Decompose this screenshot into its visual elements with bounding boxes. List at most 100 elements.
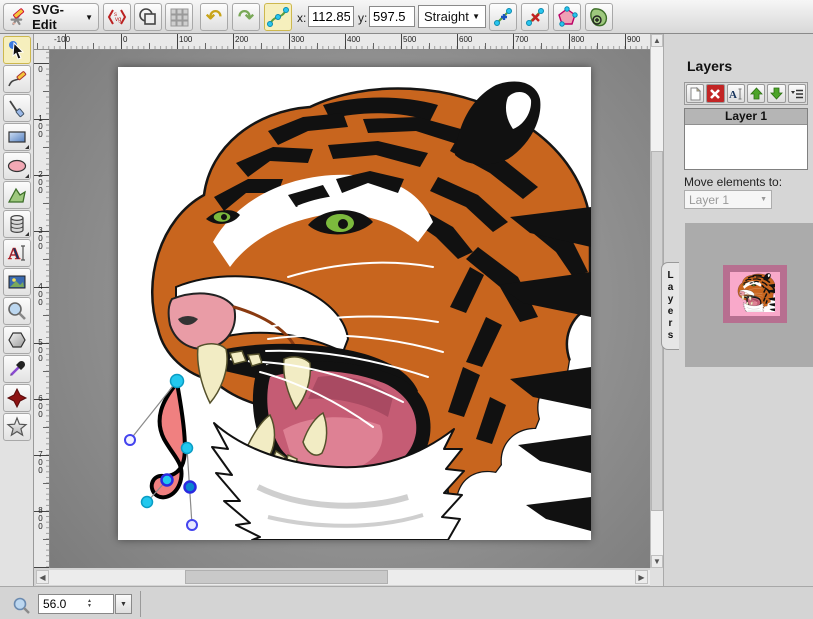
add-subpath-button[interactable] xyxy=(585,3,613,31)
scroll-down-button[interactable]: ▼ xyxy=(651,555,663,568)
layer-more-options-button[interactable] xyxy=(788,84,806,103)
arrow-up-icon: ▲ xyxy=(653,36,661,45)
path-control-point[interactable] xyxy=(125,435,135,445)
tool-star-5[interactable] xyxy=(3,413,31,441)
ruler-tick-label: 200 xyxy=(235,35,248,44)
divider xyxy=(140,591,141,617)
ruler-tick-label: 100 xyxy=(36,114,45,138)
path-edit-overlay xyxy=(125,375,197,531)
svg-text:vg: vg xyxy=(115,17,121,23)
layers-panel-toggle-tab[interactable]: Layers xyxy=(661,262,679,350)
tool-ellipse[interactable] xyxy=(3,152,31,180)
tool-text[interactable]: A xyxy=(3,239,31,267)
path-control-point[interactable] xyxy=(187,520,197,530)
edit-source-button[interactable]: s vg xyxy=(103,3,131,31)
move-layer-up-button[interactable] xyxy=(747,84,765,103)
main-menu-button[interactable]: SVG-Edit ▼ xyxy=(3,3,99,31)
tool-pencil[interactable] xyxy=(3,65,31,93)
cylinder-icon xyxy=(6,213,28,235)
move-elements-select[interactable]: Layer 1 ▼ xyxy=(684,190,772,209)
document-properties-button[interactable] xyxy=(134,3,162,31)
rename-text-icon: A xyxy=(729,87,743,101)
path-shape-icon xyxy=(6,184,28,206)
eyedropper-icon xyxy=(6,358,28,380)
scrollbar-corner xyxy=(650,568,663,586)
tool-rectangle[interactable] xyxy=(3,123,31,151)
arrow-right-icon: ▶ xyxy=(638,573,644,582)
new-layer-button[interactable] xyxy=(686,84,704,103)
source-code-icon: s vg xyxy=(106,6,128,28)
path-node-selected[interactable] xyxy=(185,482,196,493)
active-layer-row[interactable]: Layer 1 xyxy=(685,109,807,125)
zoom-preset-dropdown-button[interactable]: ▼ xyxy=(115,594,132,614)
path-node[interactable] xyxy=(142,497,153,508)
tool-line[interactable] xyxy=(3,94,31,122)
tool-polygon[interactable] xyxy=(3,326,31,354)
svg-text:A: A xyxy=(8,244,21,263)
ruler-tick-label: 200 xyxy=(36,170,45,194)
zoom-spinner[interactable]: ▲ ▼ xyxy=(87,599,92,609)
shapes-overlap-icon xyxy=(137,6,159,28)
path-node[interactable] xyxy=(171,375,184,388)
x-coordinate-input[interactable] xyxy=(308,6,354,27)
tiger-drawing[interactable] xyxy=(118,67,591,540)
path-edit-mode-button[interactable] xyxy=(264,3,292,31)
layers-tab-label: Layers xyxy=(665,270,676,342)
ruler-tick-label: 100 xyxy=(179,35,192,44)
arrow-up-green-icon xyxy=(750,87,763,100)
rename-layer-button[interactable]: A xyxy=(727,84,745,103)
open-close-path-button[interactable] xyxy=(553,3,581,31)
chevron-down-icon: ▼ xyxy=(760,196,767,203)
ruler-tick-label: 700 xyxy=(36,450,45,474)
y-coordinate-label: y: xyxy=(358,11,367,25)
layers-sidebar: Layers A xyxy=(663,34,813,586)
move-layer-down-button[interactable] xyxy=(767,84,785,103)
horizontal-scrollbar[interactable]: ◀ ▶ xyxy=(36,570,650,585)
workspace[interactable] xyxy=(50,50,650,568)
path-node[interactable] xyxy=(182,443,193,454)
add-node-icon xyxy=(492,6,514,28)
tools-sidebar: A xyxy=(0,34,34,586)
ruler-horizontal: -100 0 100 200 300 400 500 600 700 800 9… xyxy=(34,34,650,50)
undo-button[interactable]: ↶ xyxy=(200,3,228,31)
svg-canvas[interactable] xyxy=(118,67,591,540)
zoom-magnifier-icon xyxy=(12,596,31,615)
zoom-level-field: ▲ ▼ xyxy=(38,594,114,614)
tool-select[interactable] xyxy=(3,36,31,64)
ruler-tick-label: 400 xyxy=(36,282,45,306)
redo-button[interactable]: ↷ xyxy=(232,3,260,31)
segment-type-select[interactable]: Straight ▼ xyxy=(418,5,486,28)
scroll-right-button[interactable]: ▶ xyxy=(635,570,648,584)
layer-list[interactable]: Layer 1 xyxy=(684,108,808,170)
scroll-left-button[interactable]: ◀ xyxy=(36,570,49,584)
add-node-button[interactable] xyxy=(489,3,517,31)
chevron-down-icon: ▼ xyxy=(120,601,127,608)
ruler-tick-label: 700 xyxy=(515,35,528,44)
delete-node-button[interactable] xyxy=(521,3,549,31)
scroll-up-button[interactable]: ▲ xyxy=(651,34,663,47)
tool-path[interactable] xyxy=(3,181,31,209)
tool-eyedropper[interactable] xyxy=(3,355,31,383)
zoom-level-input[interactable] xyxy=(39,597,87,611)
svg-edit-logo-icon xyxy=(9,6,28,28)
redo-icon: ↷ xyxy=(238,6,254,29)
ruler-tick-label: 300 xyxy=(291,35,304,44)
bottom-status-bar: ▲ ▼ ▼ xyxy=(0,586,813,619)
ruler-tick-label: 600 xyxy=(459,35,472,44)
y-coordinate-input[interactable] xyxy=(369,6,415,27)
tool-zoom[interactable] xyxy=(3,297,31,325)
delete-node-icon xyxy=(524,6,546,28)
horizontal-scroll-thumb[interactable] xyxy=(185,570,388,584)
menu-dropdown-icon xyxy=(790,88,804,100)
arrow-down-icon: ▼ xyxy=(653,557,661,566)
tool-image[interactable] xyxy=(3,268,31,296)
add-subpath-icon xyxy=(588,6,610,28)
editor-preferences-button[interactable] xyxy=(165,3,193,31)
delete-layer-button[interactable] xyxy=(706,84,724,103)
tool-star-4[interactable] xyxy=(3,384,31,412)
path-node[interactable] xyxy=(162,475,173,486)
layers-toolbar: A xyxy=(684,82,808,105)
tool-shape-library[interactable] xyxy=(3,210,31,238)
delete-x-icon xyxy=(709,88,721,100)
ruler-tick-label: 0 xyxy=(36,65,45,73)
